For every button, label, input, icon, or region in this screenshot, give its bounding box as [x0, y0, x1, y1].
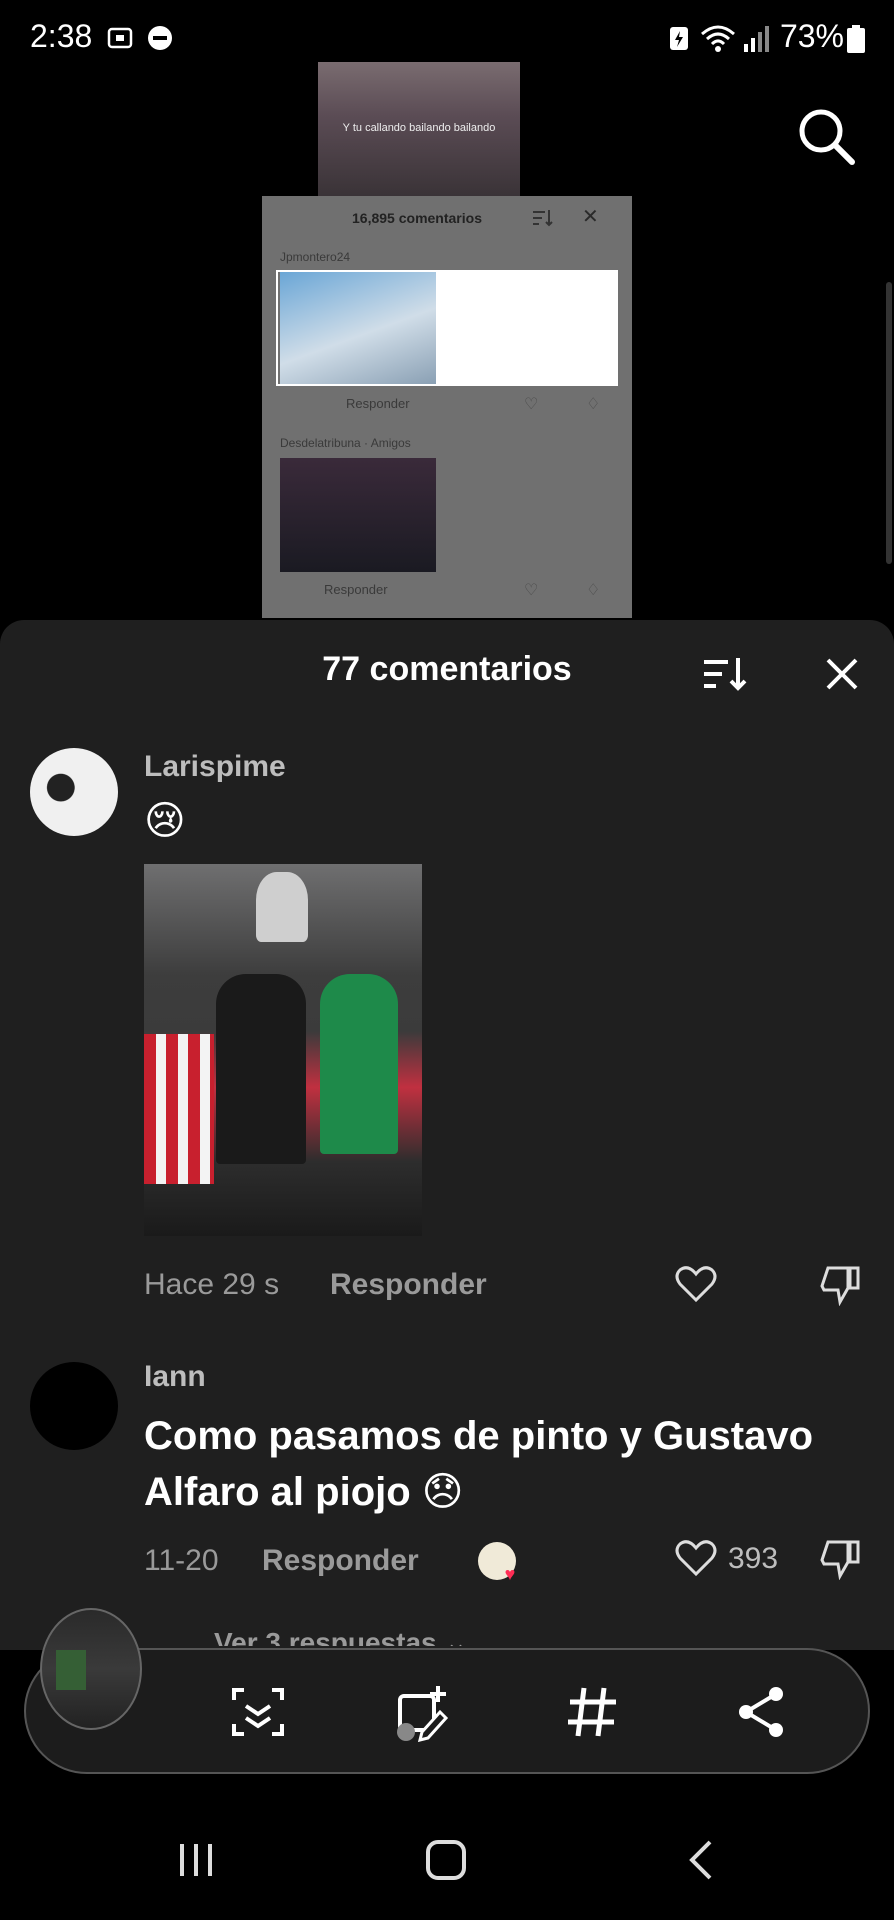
screen-capture-icon: [107, 27, 133, 49]
nested-sort-icon: [533, 210, 553, 227]
screenshot-preview[interactable]: [40, 1608, 142, 1730]
like-count: 393: [728, 1542, 779, 1575]
image-figure: [144, 1034, 214, 1184]
sort-icon[interactable]: [702, 654, 748, 694]
nested-heart-icon: ♡: [524, 582, 539, 599]
nested-user: Jpmontero24: [280, 250, 351, 264]
video-thumbnail[interactable]: Y tu callando bailando bailando: [318, 62, 520, 196]
search-icon[interactable]: [794, 104, 858, 168]
nested-dislike-icon: ♢: [586, 396, 601, 413]
nested-highlight-frame: [276, 270, 618, 386]
preview-thumbnail: [56, 1650, 86, 1690]
status-time: 2:38: [30, 18, 93, 54]
nested-comment-count: 16,895 comentarios: [352, 210, 482, 226]
nested-comment-image: [280, 458, 436, 572]
creator-heart-icon: ♥: [504, 1564, 516, 1584]
nested-reply: Responder: [324, 582, 388, 597]
share-icon[interactable]: [732, 1682, 792, 1742]
wifi-icon: [701, 25, 735, 52]
image-trophy: [256, 872, 308, 942]
back-icon[interactable]: [678, 1836, 726, 1884]
comment-count-title: 77 comentarios: [322, 650, 572, 688]
dislike-icon[interactable]: [818, 1262, 862, 1306]
close-icon[interactable]: [822, 654, 862, 694]
edit-screenshot-icon[interactable]: [392, 1682, 452, 1742]
reply-button[interactable]: Responder: [330, 1268, 487, 1302]
comment-username[interactable]: Larispime: [144, 750, 286, 784]
heart-icon[interactable]: [674, 1262, 718, 1306]
comment-time: 11-20: [144, 1544, 219, 1577]
home-icon[interactable]: [422, 1836, 470, 1884]
comment-text: Como pasamos de pinto y Gustavo Alfaro a…: [144, 1414, 814, 1514]
battery-percent: 73%: [779, 18, 844, 54]
view-replies-link[interactable]: Ver 3 respuestas ⌄: [214, 1626, 468, 1646]
avatar[interactable]: [30, 1362, 118, 1450]
video-caption: Y tu callando bailando bailando: [342, 122, 496, 134]
recents-icon[interactable]: [172, 1836, 220, 1884]
nested-dislike-icon: ♢: [586, 582, 601, 599]
background-comment-panel: 16,895 comentarios ✕ Jpmontero24 Respond…: [262, 196, 632, 618]
signal-icon: [744, 26, 769, 52]
comment-emoji: 😢: [144, 799, 186, 843]
heart-icon[interactable]: [674, 1536, 718, 1580]
comment-sheet: 77 comentarios Larispime 😢 Hace 29 s Res…: [0, 620, 894, 1650]
scan-text-icon[interactable]: [228, 1682, 288, 1742]
nested-reply: Responder: [346, 396, 410, 411]
nested-heart-icon: ♡: [524, 396, 539, 413]
avatar[interactable]: [30, 748, 118, 836]
image-figure: [216, 974, 306, 1164]
comment-time: Hace 29 s: [144, 1268, 280, 1301]
comment-image[interactable]: [144, 864, 422, 1236]
battery-icon: [847, 25, 865, 53]
dislike-icon[interactable]: [818, 1536, 862, 1580]
scroll-indicator: [886, 282, 892, 564]
comment-username[interactable]: Iann: [144, 1360, 206, 1394]
reply-button[interactable]: Responder: [262, 1544, 419, 1578]
nested-close-icon: ✕: [582, 206, 599, 228]
nested-user: Desdelatribuna · Amigos: [280, 436, 411, 450]
battery-saver-icon: [670, 27, 688, 50]
image-figure: [320, 974, 398, 1154]
do-not-disturb-icon: [148, 26, 172, 50]
hashtag-icon[interactable]: [562, 1682, 622, 1742]
